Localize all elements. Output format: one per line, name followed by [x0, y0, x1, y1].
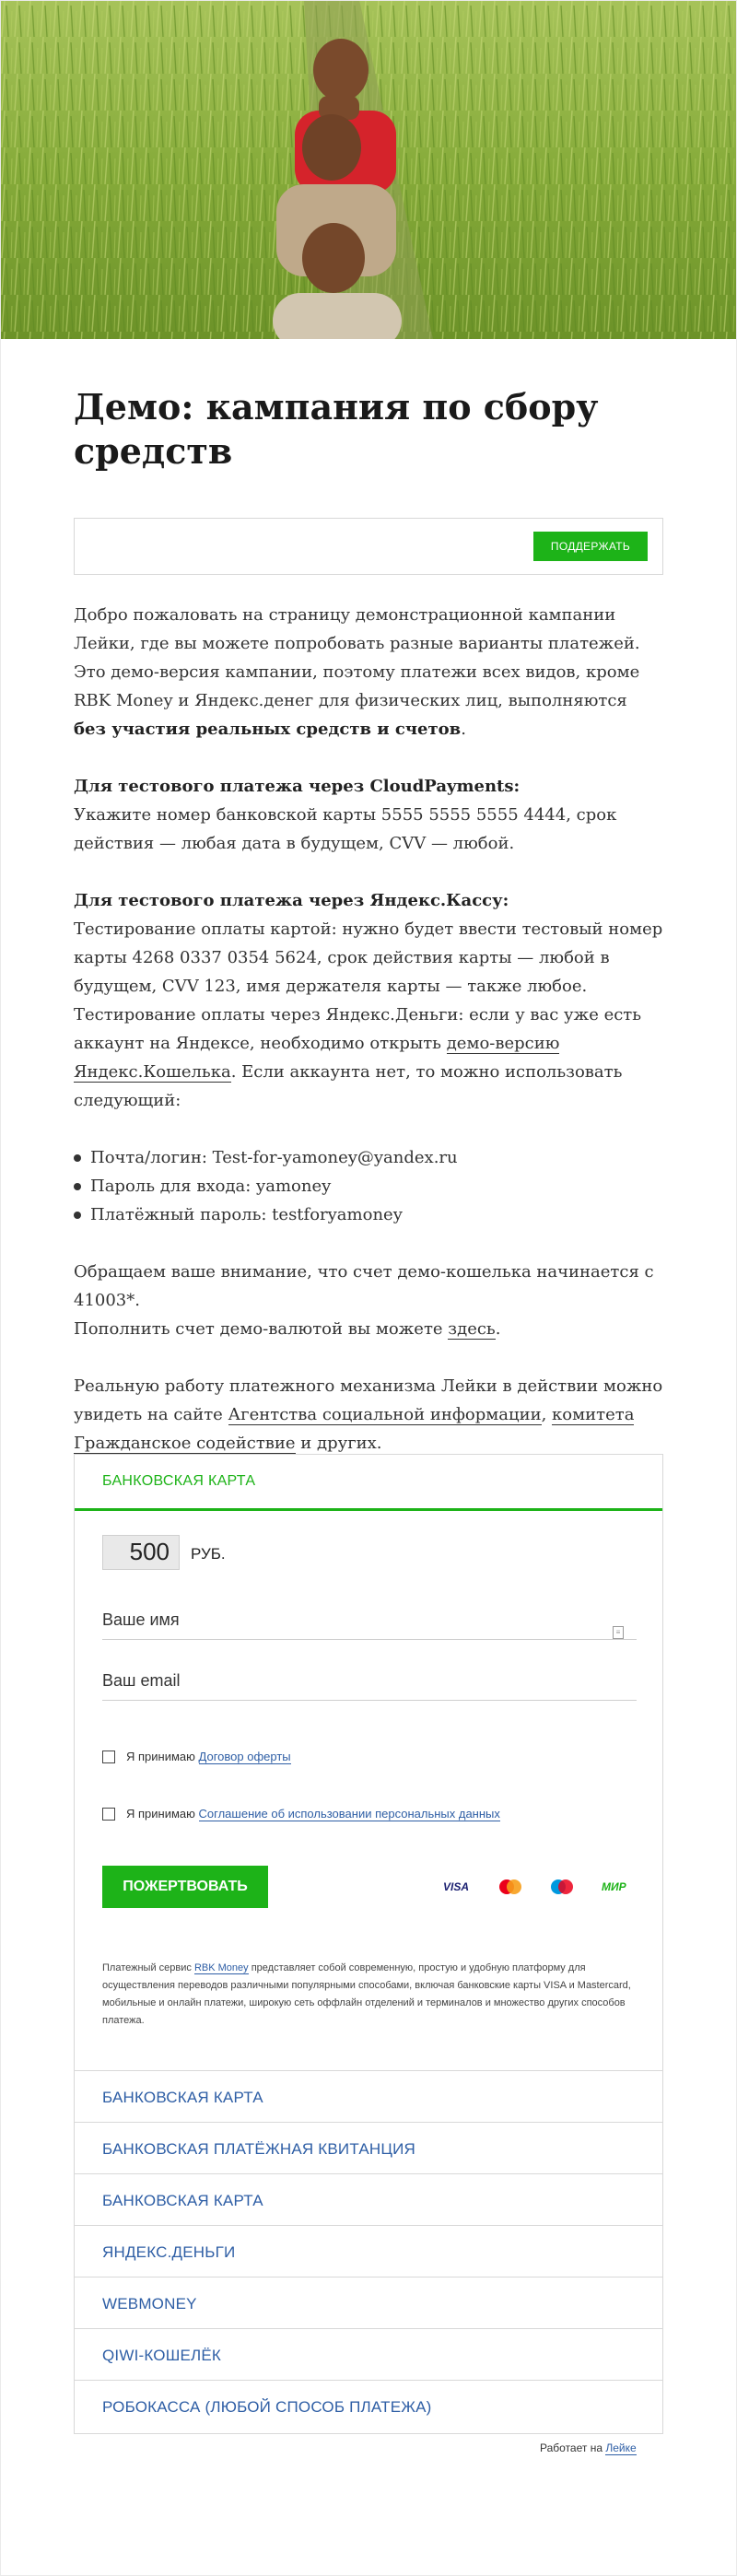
- campaign-description: Добро пожаловать на страницу демонстраци…: [74, 601, 663, 1486]
- method-label: РОБОКАССА (ЛЮБОЙ СПОСОБ ПЛАТЕЖА): [102, 2398, 432, 2416]
- support-button[interactable]: ПОДДЕРЖАТЬ: [533, 532, 648, 561]
- list-item: Почта/логин: Test-for-yamoney@yandex.ru: [74, 1143, 663, 1172]
- contact-card-icon: ≡: [613, 1626, 624, 1639]
- rbk-money-link[interactable]: RBK Money: [193, 1962, 249, 1974]
- bullet-icon: [74, 1183, 81, 1190]
- visa-icon: VISA: [443, 1880, 470, 1893]
- list-item-text: Почта/логин: Test-for-yamoney@yandex.ru: [90, 1148, 458, 1167]
- method-bank-card[interactable]: БАНКОВСКАЯ КАРТА: [75, 2070, 662, 2122]
- mastercard-icon: [499, 1879, 521, 1894]
- cloudpayments-text: Укажите номер банковской карты 5555 5555…: [74, 805, 617, 853]
- intro-end: .: [461, 720, 466, 739]
- support-bar: ПОДДЕРЖАТЬ: [74, 518, 663, 575]
- bullet-icon: [74, 1154, 81, 1162]
- intro-text: Добро пожаловать на страницу демонстраци…: [74, 605, 640, 710]
- name-input[interactable]: [102, 1606, 618, 1633]
- method-label: QIWI-КОШЕЛЁК: [102, 2347, 222, 2364]
- list-item-text: Платёжный пароль: testforyamoney: [90, 1205, 403, 1224]
- name-field[interactable]: ≡: [102, 1606, 637, 1640]
- method-yandex-money[interactable]: ЯНДЕКС.ДЕНЬГИ: [75, 2225, 662, 2277]
- powered-prefix: Работает на: [540, 2441, 606, 2454]
- method-label: WEBMONEY: [102, 2295, 197, 2313]
- mir-icon: МИР: [602, 1880, 626, 1893]
- asi-link[interactable]: Агентства социальной информации: [228, 1405, 542, 1425]
- yandex-kassa-paragraph: Для тестового платежа через Яндекс.Кассу…: [74, 886, 663, 1115]
- pd-label: Я принимаю Соглашение об использовании п…: [126, 1807, 500, 1821]
- list-item-text: Пароль для входа: yamoney: [90, 1177, 332, 1196]
- yandex-kassa-heading: Для тестового платежа через Яндекс.Кассу…: [74, 891, 509, 910]
- cloudpayments-paragraph: Для тестового платежа через CloudPayment…: [74, 772, 663, 858]
- amount-input[interactable]: [103, 1536, 177, 1567]
- intro-paragraph: Добро пожаловать на страницу демонстраци…: [74, 601, 663, 744]
- leyka-link[interactable]: Лейке: [605, 2441, 637, 2455]
- bullet-icon: [74, 1212, 81, 1219]
- test-account-list: Почта/логин: Test-for-yamoney@yandex.ru …: [74, 1143, 663, 1229]
- email-field[interactable]: [102, 1667, 637, 1701]
- method-label: БАНКОВСКАЯ КАРТА: [102, 2192, 263, 2209]
- email-input[interactable]: [102, 1667, 618, 1694]
- agree-prefix: Я принимаю: [126, 1750, 195, 1763]
- maestro-icon: [551, 1879, 573, 1894]
- offer-checkbox[interactable]: [102, 1751, 115, 1763]
- pd-checkbox[interactable]: [102, 1808, 115, 1821]
- wallet-note-paragraph: Обращаем ваше внимание, что счет демо-ко…: [74, 1258, 663, 1343]
- real-usage-paragraph: Реальную работу платежного механизма Лей…: [74, 1372, 663, 1458]
- agree-prefix: Я принимаю: [126, 1807, 195, 1821]
- hero-image: [0, 0, 737, 339]
- pd-link[interactable]: Соглашение об использовании персональных…: [198, 1807, 500, 1821]
- fine-text: Платежный сервис: [102, 1962, 194, 1973]
- list-item: Платёжный пароль: testforyamoney: [74, 1200, 663, 1229]
- donation-panel: БАНКОВСКАЯ КАРТА РУБ. ≡ Я принимаю Догов…: [74, 1454, 663, 2434]
- method-bank-receipt[interactable]: БАНКОВСКАЯ ПЛАТЁЖНАЯ КВИТАНЦИЯ: [75, 2122, 662, 2173]
- wallet-topup-link[interactable]: здесь: [448, 1319, 496, 1340]
- method-webmoney[interactable]: WEBMONEY: [75, 2277, 662, 2328]
- powered-by: Работает на Лейке: [540, 2441, 637, 2455]
- method-qiwi[interactable]: QIWI-КОШЕЛЁК: [75, 2328, 662, 2380]
- yandex-card-text: Тестирование оплаты картой: нужно будет …: [74, 919, 663, 996]
- method-bank-card-2[interactable]: БАНКОВСКАЯ КАРТА: [75, 2173, 662, 2225]
- real-usage-end: и других.: [295, 1434, 382, 1453]
- method-label: ЯНДЕКС.ДЕНЬГИ: [102, 2243, 236, 2261]
- intro-bold: без участия реальных средств и счетов: [74, 720, 462, 739]
- page: Демо: кампания по сбору средств ПОДДЕРЖА…: [0, 0, 737, 2576]
- payment-card-logos: VISA МИР: [439, 1875, 642, 1899]
- payment-service-note: Платежный сервис RBK Money представляет …: [102, 1960, 637, 2030]
- cloudpayments-heading: Для тестового платежа через CloudPayment…: [74, 777, 521, 796]
- real-usage-separator: ,: [541, 1405, 553, 1424]
- method-robokassa[interactable]: РОБОКАССА (ЛЮБОЙ СПОСОБ ПЛАТЕЖА): [75, 2380, 662, 2431]
- method-label: БАНКОВСКАЯ ПЛАТЁЖНАЯ КВИТАНЦИЯ: [102, 2140, 416, 2158]
- payment-methods-list: БАНКОВСКАЯ КАРТА БАНКОВСКАЯ ПЛАТЁЖНАЯ КВ…: [75, 2070, 662, 2431]
- list-item: Пароль для входа: yamoney: [74, 1172, 663, 1200]
- amount-field[interactable]: [102, 1535, 180, 1570]
- wallet-note-text: Обращаем ваше внимание, что счет демо-ко…: [74, 1262, 654, 1310]
- page-title: Демо: кампания по сбору средств: [74, 386, 599, 472]
- tab-bank-card-active[interactable]: БАНКОВСКАЯ КАРТА: [75, 1455, 662, 1511]
- tab-label: БАНКОВСКАЯ КАРТА: [102, 1473, 256, 1489]
- wallet-topup-text: Пополнить счет демо-валютой вы можете: [74, 1319, 449, 1339]
- offer-link[interactable]: Договор оферты: [198, 1750, 291, 1764]
- method-label: БАНКОВСКАЯ КАРТА: [102, 2089, 263, 2106]
- currency-label: РУБ.: [191, 1545, 226, 1563]
- wallet-topup-end: .: [495, 1319, 501, 1339]
- donate-button[interactable]: ПОЖЕРТВОВАТЬ: [102, 1866, 268, 1908]
- offer-label: Я принимаю Договор оферты: [126, 1750, 291, 1764]
